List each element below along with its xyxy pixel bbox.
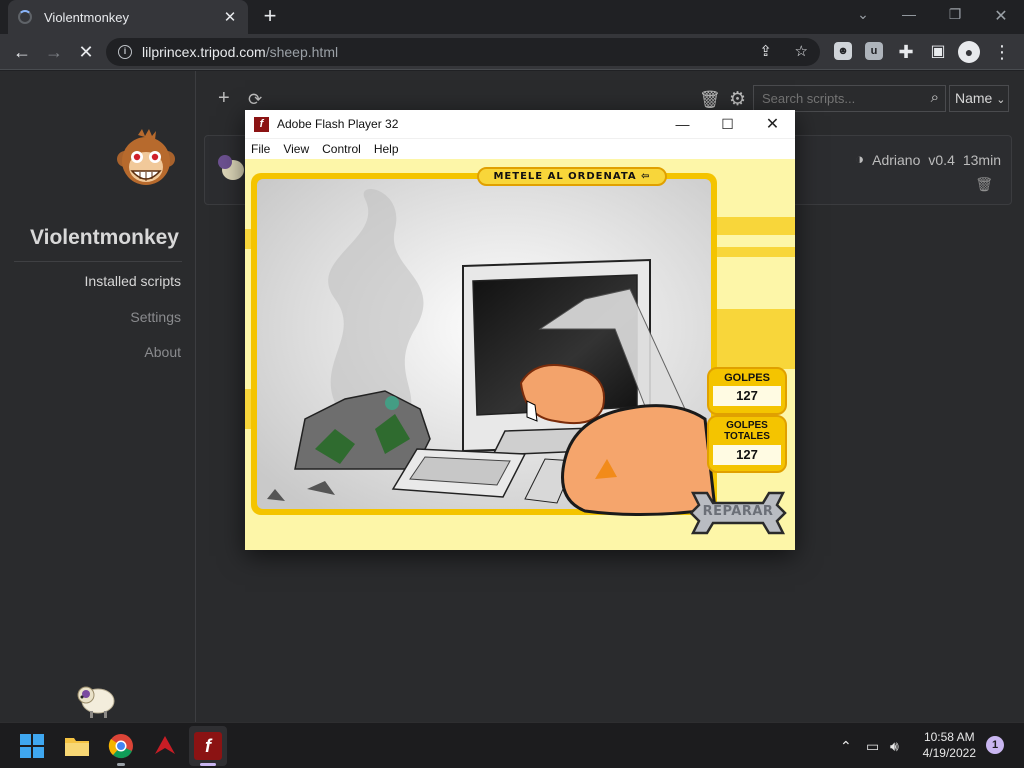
tab-search-icon[interactable]: ⌄ xyxy=(848,6,878,23)
flash-maximize-icon[interactable]: ☐ xyxy=(705,116,750,133)
golpes-totales-value: 127 xyxy=(713,445,781,465)
windows-start-icon[interactable] xyxy=(18,732,46,760)
ublock-extension-icon[interactable]: u xyxy=(865,42,883,60)
menu-file[interactable]: File xyxy=(251,142,270,156)
clock-time: 10:58 AM xyxy=(923,730,975,744)
minimize-icon[interactable]: — xyxy=(894,6,924,22)
sidebar-item-settings[interactable]: Settings xyxy=(130,309,181,325)
restore-icon[interactable]: ❐ xyxy=(940,6,970,23)
more-menu-icon[interactable]: ⋮ xyxy=(990,40,1014,64)
game-title-banner: METELE AL ORDENATA ⇦ xyxy=(477,167,667,186)
sheep-sprite-icon xyxy=(77,686,115,718)
windows-taskbar: f ⌃ ▭ 🔊︎ 10:58 AM 4/19/2022 1 xyxy=(0,722,1024,768)
repair-button[interactable]: REPARAR xyxy=(685,487,791,539)
golpes-totales-counter: GOLPES TOTALES 127 xyxy=(707,415,787,473)
flash-menubar: File View Control Help xyxy=(245,139,795,159)
menu-control[interactable]: Control xyxy=(322,142,361,156)
url-host: lilprincex.tripod.com xyxy=(142,44,266,60)
add-script-icon[interactable]: + xyxy=(218,87,230,110)
script-icon xyxy=(218,155,244,180)
menu-help[interactable]: Help xyxy=(374,142,399,156)
search-input[interactable] xyxy=(762,91,922,106)
repair-label: REPARAR xyxy=(702,504,774,519)
volume-icon[interactable]: 🔊︎ xyxy=(890,738,899,755)
flash-player-window: f Adobe Flash Player 32 — ☐ ✕ File View … xyxy=(245,110,795,550)
flash-titlebar: f Adobe Flash Player 32 — ☐ ✕ xyxy=(245,110,795,139)
sidebar-item-about[interactable]: About xyxy=(144,344,181,360)
arrow-left-icon: ⇦ xyxy=(641,171,651,182)
tab-title: Violentmonkey xyxy=(44,9,130,25)
violentmonkey-logo-icon xyxy=(117,129,175,185)
new-tab-icon[interactable]: + xyxy=(258,5,282,29)
extensions-puzzle-icon[interactable]: ✚ xyxy=(894,40,918,64)
brand-title: Violentmonkey xyxy=(30,226,179,249)
script-author[interactable]: Adriano xyxy=(872,152,920,168)
profile-avatar-icon[interactable]: ● xyxy=(958,41,980,63)
golpes-counter: GOLPES 127 xyxy=(707,367,787,415)
sort-select[interactable]: Name ⌄ xyxy=(949,85,1009,112)
forward-icon[interactable]: → xyxy=(42,40,66,64)
notification-badge[interactable]: 1 xyxy=(986,736,1004,754)
script-meta: ◑ Adriano v0.4 13min xyxy=(855,151,1001,168)
network-icon[interactable]: ▭ xyxy=(866,738,879,755)
flash-active-indicator xyxy=(200,763,216,766)
chrome-running-indicator xyxy=(117,763,125,766)
stop-loading-icon[interactable]: ✕ xyxy=(74,40,98,64)
author-icon: ◑ xyxy=(855,151,865,168)
back-icon[interactable]: ← xyxy=(10,40,34,64)
golpes-totales-label: GOLPES TOTALES xyxy=(724,420,770,442)
flash-window-title: Adobe Flash Player 32 xyxy=(277,117,399,131)
chrome-icon[interactable] xyxy=(107,732,135,760)
loading-spinner-icon xyxy=(18,10,32,24)
file-explorer-icon[interactable] xyxy=(63,732,91,760)
search-icon[interactable]: ⌕ xyxy=(931,89,939,106)
golpes-label: GOLPES xyxy=(724,372,770,384)
tab-violentmonkey[interactable]: Violentmonkey ✕ xyxy=(8,0,248,34)
url-path: /sheep.html xyxy=(265,44,339,60)
golpes-value: 127 xyxy=(713,386,781,406)
sort-select-value: Name xyxy=(955,90,993,106)
trash-icon[interactable]: 🗑 xyxy=(699,90,721,110)
system-clock[interactable]: 10:58 AM 4/19/2022 xyxy=(923,729,976,761)
tab-strip: Violentmonkey ✕ + ⌄ — ❐ ✕ xyxy=(0,0,1024,34)
menu-view[interactable]: View xyxy=(283,142,309,156)
flash-projector-icon[interactable] xyxy=(151,732,179,760)
window-close-icon[interactable]: ✕ xyxy=(986,6,1016,26)
sidebar-item-installed-scripts[interactable]: Installed scripts xyxy=(85,273,181,289)
address-bar[interactable]: i lilprincex.tripod.com/sheep.html ⇪ ☆ xyxy=(106,38,820,66)
refresh-icon[interactable]: ⟳ xyxy=(248,90,262,110)
search-box: ⌕ xyxy=(753,85,946,112)
bookmark-star-icon[interactable]: ☆ xyxy=(795,42,808,60)
browser-toolbar: ← → ✕ i lilprincex.tripod.com/sheep.html… xyxy=(0,34,1024,70)
violentmonkey-extension-icon[interactable]: ☻ xyxy=(834,42,852,60)
sidebar-divider xyxy=(14,261,182,262)
sidebar: Violentmonkey Installed scripts Settings… xyxy=(0,71,196,722)
side-panel-icon[interactable]: ▣ xyxy=(926,40,950,64)
flash-app-icon: f xyxy=(254,116,269,132)
chevron-down-icon: ⌄ xyxy=(996,94,1006,106)
screen: Violentmonkey ✕ + ⌄ — ❐ ✕ ← → ✕ i lilpri… xyxy=(0,0,1024,768)
clock-date: 4/19/2022 xyxy=(922,746,976,760)
tab-close-icon[interactable]: ✕ xyxy=(222,8,238,26)
script-trash-icon[interactable]: 🗑 xyxy=(975,176,993,193)
site-info-icon[interactable]: i xyxy=(118,45,132,59)
settings-gear-icon[interactable]: ⚙ xyxy=(729,88,746,111)
flash-game-stage[interactable]: METELE AL ORDENATA ⇦ GOLPES 127 GOLPES T… xyxy=(245,159,795,550)
flash-player-taskbar-icon[interactable]: f xyxy=(194,732,222,760)
flash-minimize-icon[interactable]: — xyxy=(660,116,705,132)
share-icon[interactable]: ⇪ xyxy=(759,42,772,60)
game-title-text: METELE AL ORDENATA xyxy=(493,171,637,182)
flash-close-icon[interactable]: ✕ xyxy=(750,114,795,134)
tray-overflow-icon[interactable]: ⌃ xyxy=(840,738,852,755)
script-version: v0.4 xyxy=(928,151,955,168)
script-updated: 13min xyxy=(962,151,1001,168)
